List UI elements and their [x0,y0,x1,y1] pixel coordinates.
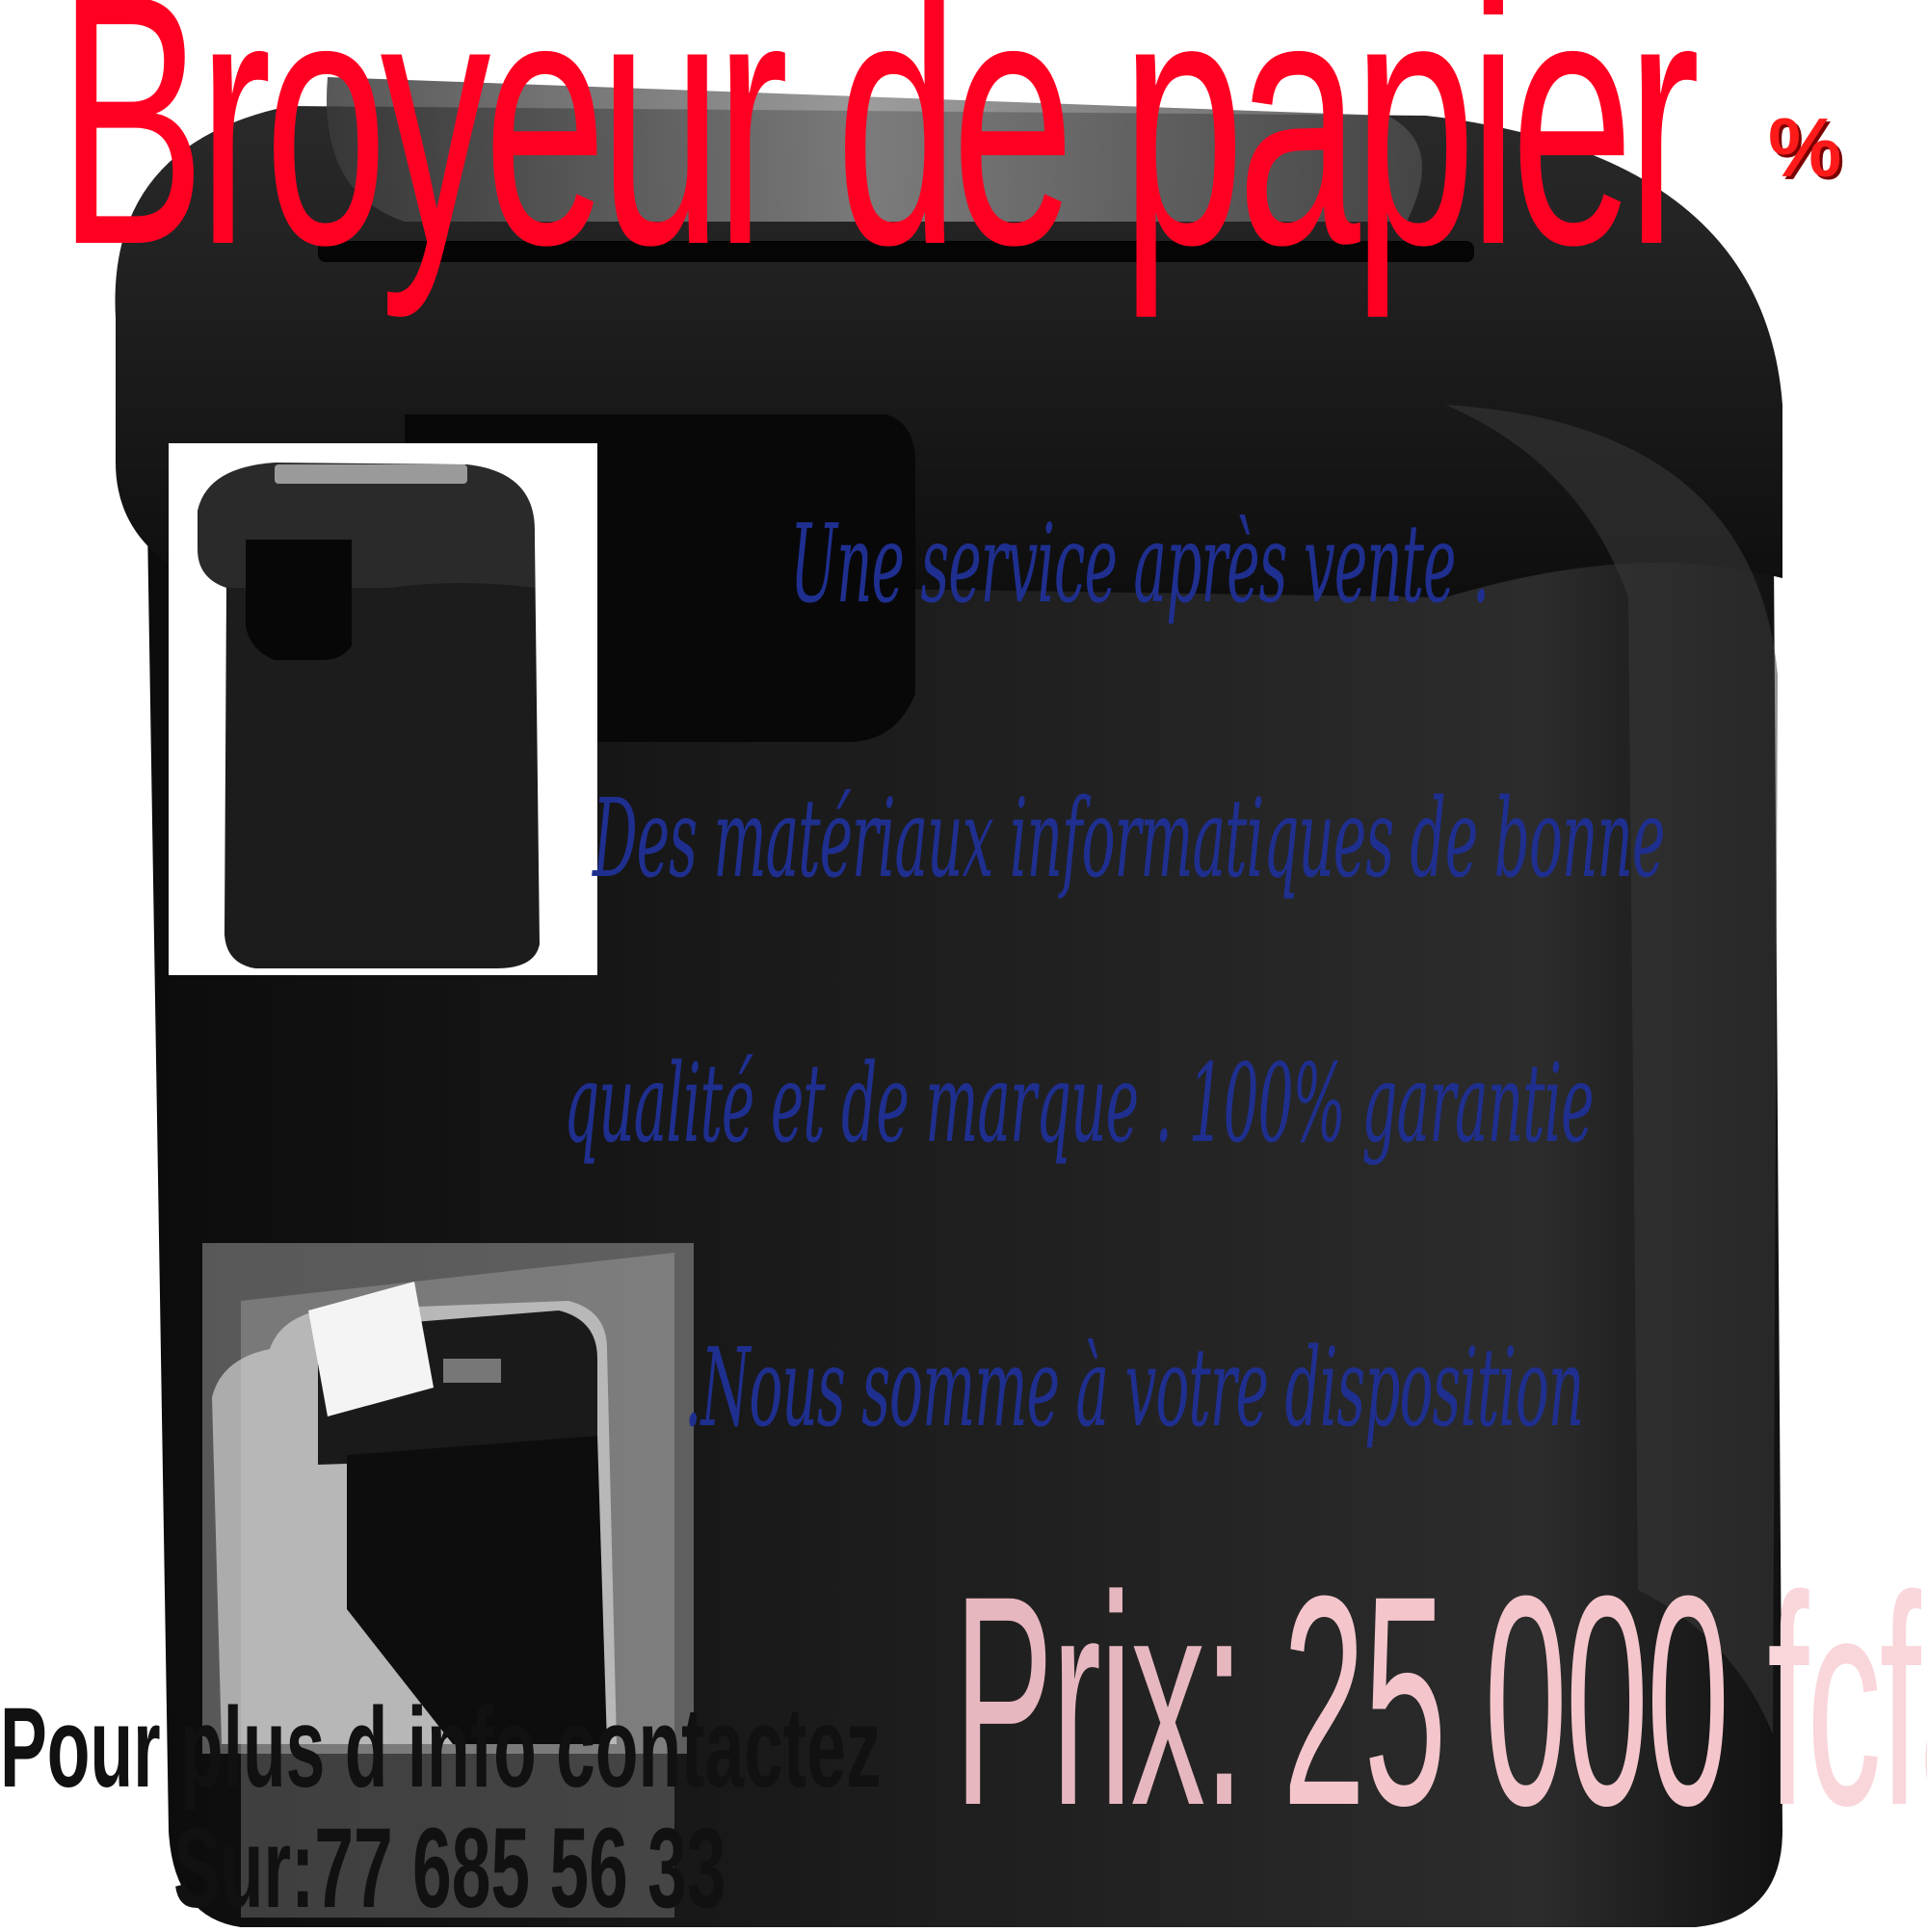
page-title: Broyeur de papier [58,0,1701,319]
price: Prix: 25 000 fcfa [954,1551,1927,1850]
shredder-thumbnail-bottom [202,1243,694,1754]
price-currency: fcfa [1767,1533,1927,1867]
shredder-thumbnail-image [198,463,540,968]
promo-line-4: .Nous somme à votre disposition [684,1326,1584,1451]
promo-line-2: Des matériaux informatiques de bonne [593,777,1665,902]
promo-line-3: qualité et de marque . 100% garantie [564,1042,1595,1167]
price-label: Prix: [954,1533,1245,1867]
contact-line-1: Pour plus d info contactez [0,1684,882,1812]
shredder-thumbnail-bottom-image [212,1282,617,1744]
shredder-thumbnail-top [169,443,597,975]
contact-phone: Sur:77 685 56 33 [173,1805,726,1932]
percent-badge: % [1768,102,1842,195]
price-amount: 25 000 [1282,1533,1729,1867]
promo-line-1: Une service après vente . [790,502,1490,627]
